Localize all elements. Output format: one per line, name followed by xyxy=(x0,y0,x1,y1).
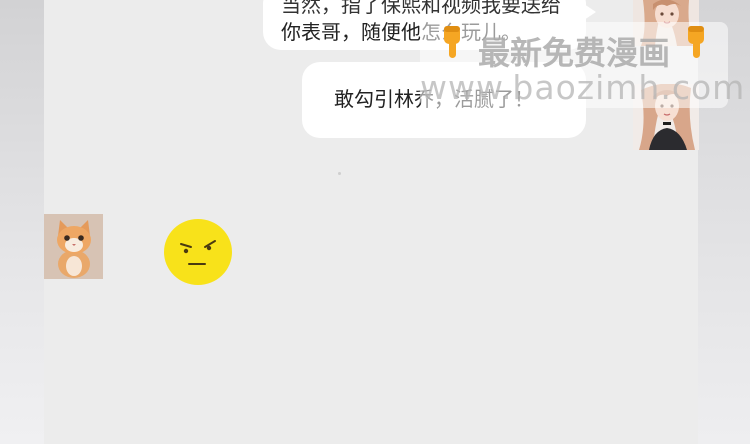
left-background xyxy=(0,0,44,444)
divider-dot xyxy=(338,172,341,175)
watermark-overlay: 最新免费漫画 www.baozimh.com xyxy=(420,22,746,108)
bubble-tail xyxy=(584,4,596,20)
watermark-url: www.baozimh.com xyxy=(420,68,746,107)
avatar-cat[interactable] xyxy=(44,214,103,279)
annoyed-face-emoji-icon xyxy=(163,218,233,286)
pointing-down-hand-icon xyxy=(682,24,710,60)
message-line: 当然，指了保熙和视频我要送给 xyxy=(281,0,561,17)
